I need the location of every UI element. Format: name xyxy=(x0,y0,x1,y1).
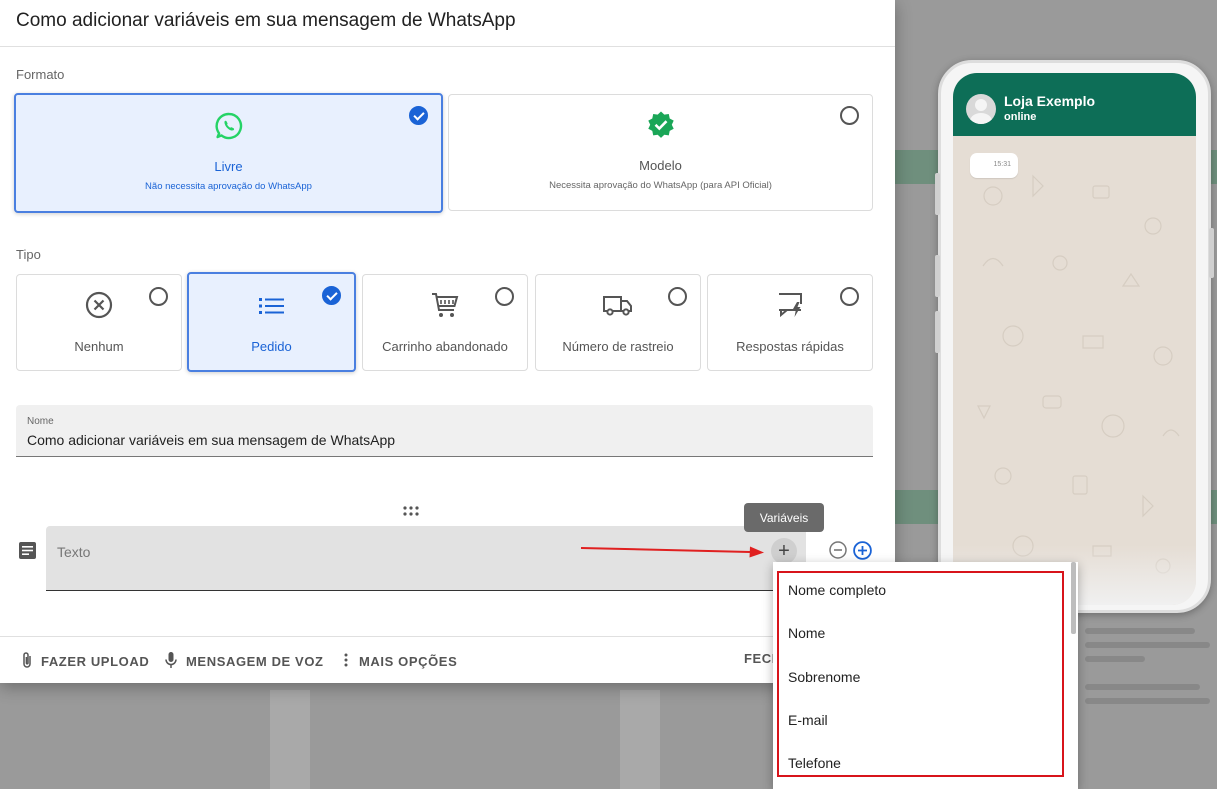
type-rastreio-title: Número de rastreio xyxy=(562,339,674,354)
format-option-modelo[interactable]: Modelo Necessita aprovação do WhatsApp (… xyxy=(448,94,873,211)
background-text-line xyxy=(1085,628,1195,634)
dropdown-scrollbar[interactable] xyxy=(1071,562,1076,634)
phone-side-button xyxy=(935,173,940,215)
message-time: 15:31 xyxy=(993,161,1011,168)
drag-handle-icon[interactable] xyxy=(403,503,419,521)
whatsapp-icon xyxy=(214,111,244,146)
cart-icon xyxy=(430,290,460,325)
name-field-label: Nome xyxy=(27,416,54,427)
formato-label: Formato xyxy=(16,67,65,82)
type-nenhum-title: Nenhum xyxy=(74,339,124,354)
background-column xyxy=(270,690,310,789)
avatar xyxy=(966,94,996,124)
background-text-line xyxy=(1085,684,1200,690)
footer-divider xyxy=(0,636,895,637)
name-field-value: Como adicionar variáveis em sua mensagem… xyxy=(27,432,396,448)
type-option-respostas[interactable]: Respostas rápidas xyxy=(707,274,873,371)
background-text-line xyxy=(1085,642,1210,648)
format-modelo-title: Modelo xyxy=(639,158,682,173)
background-column xyxy=(620,690,660,789)
phone-screen: Loja Exemplo online 15:31 xyxy=(953,73,1196,605)
background-text-line xyxy=(1085,698,1210,704)
add-variable-button[interactable]: + xyxy=(771,538,797,564)
chat-header: Loja Exemplo online xyxy=(953,73,1196,136)
chat-wallpaper-pattern xyxy=(977,174,1180,587)
more-vert-icon xyxy=(341,651,351,672)
plus-icon: + xyxy=(778,540,790,562)
phone-side-button xyxy=(935,255,940,297)
paperclip-icon xyxy=(21,651,33,672)
annotation-highlight-box xyxy=(777,571,1064,777)
type-pedido-title: Pedido xyxy=(251,339,292,354)
name-field[interactable]: Nome Como adicionar variáveis em sua men… xyxy=(16,405,873,457)
dialog-title: Como adicionar variáveis em sua mensagem… xyxy=(16,10,516,31)
whatsapp-preview-phone: Loja Exemplo online 15:31 xyxy=(935,60,1214,613)
background-text-line xyxy=(1085,656,1145,662)
type-respostas-title: Respostas rápidas xyxy=(736,339,844,354)
contact-status: online xyxy=(1004,111,1037,123)
remove-block-button[interactable] xyxy=(829,541,847,564)
more-options-label: MAIS OPÇÕES xyxy=(359,654,458,669)
format-modelo-subtitle: Necessita aprovação do WhatsApp (para AP… xyxy=(549,180,772,191)
phone-side-button xyxy=(935,311,940,353)
voice-message-label: MENSAGEM DE VOZ xyxy=(186,654,324,669)
list-icon xyxy=(258,294,286,323)
format-livre-title: Livre xyxy=(214,159,243,174)
title-divider xyxy=(0,46,895,47)
annotation-arrow xyxy=(580,546,764,558)
variables-dropdown: Nome completo Nome Sobrenome E-mail Tele… xyxy=(773,562,1078,789)
message-dialog: Como adicionar variáveis em sua mensagem… xyxy=(0,0,895,683)
type-carrinho-radio[interactable] xyxy=(495,287,514,306)
variables-tooltip: Variáveis xyxy=(744,503,824,532)
truck-icon xyxy=(602,290,634,325)
type-respostas-radio[interactable] xyxy=(840,287,859,306)
type-nenhum-radio[interactable] xyxy=(149,287,168,306)
type-option-pedido[interactable]: Pedido xyxy=(187,272,356,372)
format-livre-radio[interactable] xyxy=(409,106,428,125)
type-option-carrinho[interactable]: Carrinho abandonado xyxy=(362,274,528,371)
type-pedido-radio[interactable] xyxy=(322,286,341,305)
tipo-label: Tipo xyxy=(16,247,41,262)
quick-reply-icon xyxy=(775,290,805,325)
message-text-placeholder: Texto xyxy=(57,544,91,560)
type-carrinho-title: Carrinho abandonado xyxy=(382,339,508,354)
text-block-icon xyxy=(19,542,36,564)
type-option-nenhum[interactable]: Nenhum xyxy=(16,274,182,371)
type-option-rastreio[interactable]: Número de rastreio xyxy=(535,274,701,371)
format-livre-subtitle: Não necessita aprovação do WhatsApp xyxy=(145,181,312,192)
more-options-button[interactable]: MAIS OPÇÕES xyxy=(341,651,457,672)
contact-name: Loja Exemplo xyxy=(1004,93,1096,109)
x-circle-icon xyxy=(84,290,114,325)
verified-badge-icon xyxy=(646,110,676,145)
upload-button[interactable]: FAZER UPLOAD xyxy=(21,651,149,672)
phone-power-button xyxy=(1209,228,1214,278)
type-rastreio-radio[interactable] xyxy=(668,287,687,306)
message-bubble: 15:31 xyxy=(970,153,1018,178)
upload-label: FAZER UPLOAD xyxy=(41,654,150,669)
voice-message-button[interactable]: MENSAGEM DE VOZ xyxy=(164,651,324,672)
microphone-icon xyxy=(164,651,178,672)
format-option-livre[interactable]: Livre Não necessita aprovação do WhatsAp… xyxy=(14,93,443,213)
format-modelo-radio[interactable] xyxy=(840,106,859,125)
